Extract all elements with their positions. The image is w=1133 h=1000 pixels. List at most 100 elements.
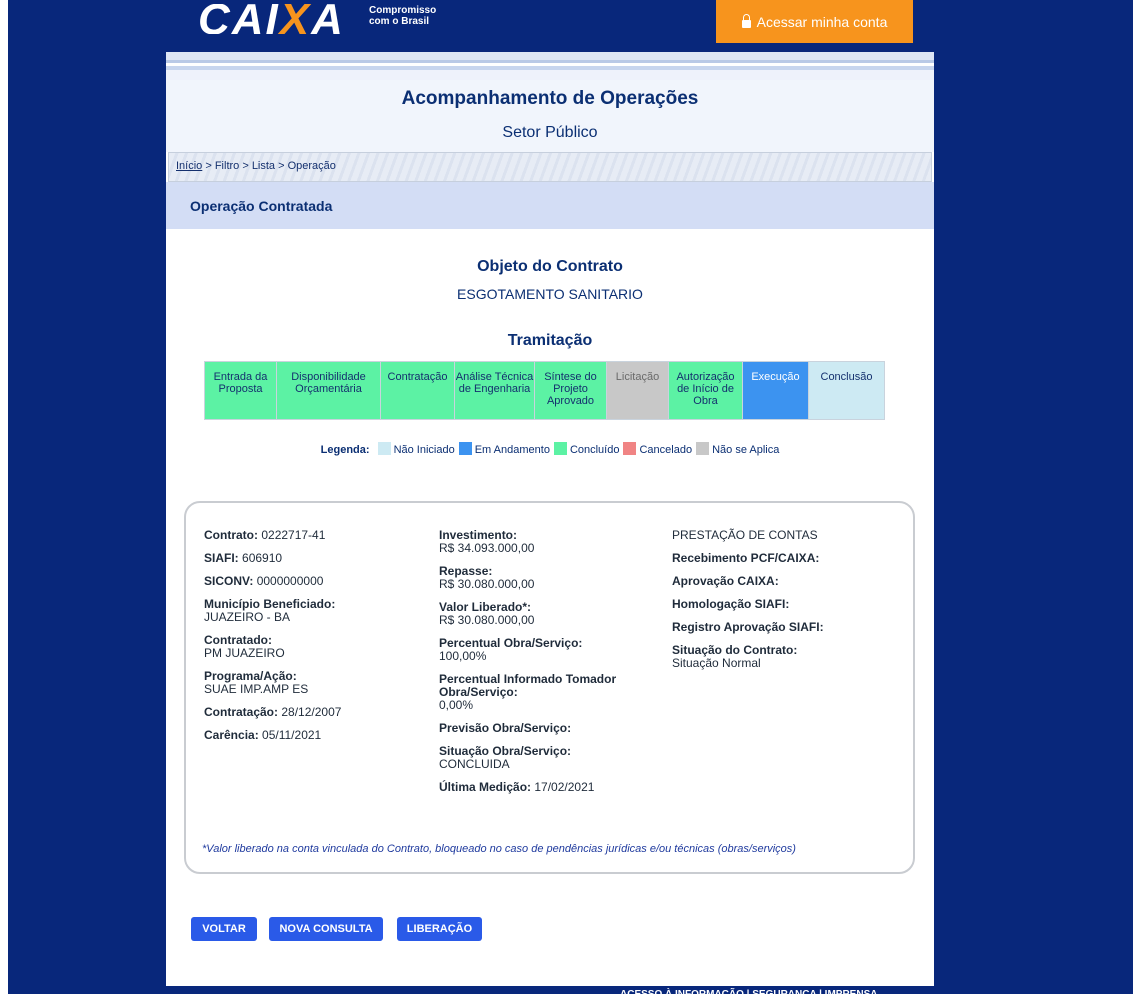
step-label: Síntese do Projeto Aprovado	[544, 371, 597, 407]
step-2: Contratação	[381, 361, 455, 420]
detail-label: Município Beneficiado:	[204, 597, 336, 611]
detail-label: Carência:	[204, 728, 259, 742]
legend-swatch	[553, 442, 567, 455]
legend-swatch	[696, 442, 710, 455]
detail-label: Previsão Obra/Serviço:	[439, 721, 572, 735]
tagline-line-1: Compromisso	[369, 5, 437, 16]
detail-value: SUAE IMP.AMP ES	[204, 682, 309, 696]
detail-item: Registro Aprovação SIAFI:	[672, 621, 824, 634]
detail-item: SIAFI: 606910	[204, 552, 341, 565]
release-button[interactable]: LIBERAÇÃO	[397, 917, 482, 941]
step-label: Análise Técnica de Engenharia	[455, 371, 534, 395]
detail-item: Repasse: R$ 30.080.000,00	[439, 565, 659, 591]
breadcrumb-home-link[interactable]: Início	[176, 160, 202, 172]
detail-item: Contrato: 0222717-41	[204, 529, 341, 542]
detail-value: 0,00%	[439, 698, 474, 712]
tramitacao-title: Tramitação	[507, 332, 593, 349]
detail-value: Situação Normal	[672, 656, 761, 670]
step-3: Análise Técnica de Engenharia	[455, 361, 535, 420]
detail-label: Situação Obra/Serviço:	[439, 744, 572, 758]
legend-swatch	[623, 442, 637, 455]
detail-label: Repasse:	[439, 564, 493, 578]
detail-value: R$ 34.093.000,00	[439, 541, 535, 555]
breadcrumb-rest: > Filtro > Lista > Operação	[205, 160, 336, 172]
back-button[interactable]: VOLTAR	[191, 917, 257, 941]
step-label: Disponibilidade Orçamentária	[291, 371, 366, 395]
step-label: Conclusão	[820, 371, 873, 383]
detail-item: SICONV: 0000000000	[204, 575, 341, 588]
detail-value: R$ 30.080.000,00	[439, 577, 535, 591]
legend-label: Não se Aplica	[712, 444, 780, 456]
caixa-logo[interactable]: CAIXA	[198, 4, 345, 34]
detail-value: R$ 30.080.000,00	[439, 613, 535, 627]
object-title: Objeto do Contrato	[477, 258, 623, 275]
detail-label: Aprovação CAIXA:	[672, 574, 779, 588]
section-heading: Operação Contratada	[166, 182, 934, 229]
step-8: Conclusão	[809, 361, 885, 420]
object-value: ESGOTAMENTO SANITARIO	[457, 286, 643, 302]
detail-item: Programa/Ação: SUAE IMP.AMP ES	[204, 670, 341, 696]
step-1: Disponibilidade Orçamentária	[277, 361, 381, 420]
prestacao-title: PRESTAÇÃO DE CONTAS	[672, 528, 818, 542]
legend: Legenda: Não Iniciado Em Andamento Concluíd…	[166, 442, 934, 456]
detail-value: 0000000000	[256, 574, 324, 588]
step-label: Execução	[751, 371, 800, 383]
detail-value: CONCLUIDA	[439, 757, 510, 771]
detail-label: Investimento:	[439, 528, 518, 542]
logo-x: X	[279, 4, 312, 34]
access-account-button[interactable]: Acessar minha conta	[716, 0, 913, 43]
new-search-button[interactable]: NOVA CONSULTA	[269, 917, 383, 941]
detail-label: Homologação SIAFI:	[672, 597, 790, 611]
access-account-label: Acessar minha conta	[756, 13, 888, 30]
breadcrumb: Início > Filtro > Lista > Operação	[168, 152, 932, 182]
legend-label: Não Iniciado	[393, 444, 455, 456]
detail-item: Aprovação CAIXA:	[672, 575, 824, 588]
details-column-2: Investimento: R$ 34.093.000,00 Repasse: R$ …	[439, 529, 659, 804]
footer-links[interactable]: ACESSO À INFORMAÇÃO | SEGURANÇA | IMPREN…	[620, 989, 877, 1000]
detail-item: Homologação SIAFI:	[672, 598, 824, 611]
logo-text-end: A	[311, 4, 345, 34]
detail-label: Recebimento PCF/CAIXA:	[672, 551, 820, 565]
detail-label: Percentual Obra/Serviço:	[439, 636, 583, 650]
detail-value: 0222717-41	[261, 528, 326, 542]
details-card: Contrato: 0222717-41 SIAFI: 606910 SICONV:…	[184, 501, 915, 874]
detail-value: PM JUAZEIRO	[204, 646, 285, 660]
detail-label: Contratado:	[204, 633, 272, 647]
step-0: Entrada da Proposta	[204, 361, 277, 420]
page-title: Acompanhamento de Operações	[401, 88, 699, 109]
detail-item: Município Beneficiado: JUAZEIRO - BA	[204, 598, 341, 624]
detail-item: Percentual Informado Tomador Obra/Serviç…	[439, 673, 659, 712]
tagline: Compromisso com o Brasil	[369, 5, 436, 27]
detail-label: SICONV:	[204, 574, 254, 588]
legend-swatch	[377, 442, 391, 455]
detail-item: Previsão Obra/Serviço:	[439, 722, 659, 735]
title-area: Acompanhamento de Operações Setor Públic…	[166, 80, 934, 152]
detail-item: Situação Obra/Serviço: CONCLUIDA	[439, 745, 659, 771]
detail-item: Investimento: R$ 34.093.000,00	[439, 529, 659, 555]
page-subtitle: Setor Público	[502, 124, 598, 141]
detail-value: 606910	[242, 551, 283, 565]
tramitacao-steps: Entrada da Proposta Disponibilidade Orçam…	[204, 361, 885, 420]
detail-item: Carência: 05/11/2021	[204, 729, 341, 742]
lock-icon	[741, 13, 751, 28]
legend-label: Em Andamento	[474, 444, 550, 456]
detail-value: 17/02/2021	[534, 780, 595, 794]
detail-item: Situação do Contrato: Situação Normal	[672, 644, 824, 670]
step-4: Síntese do Projeto Aprovado	[535, 361, 607, 420]
detail-label: Registro Aprovação SIAFI:	[672, 620, 824, 634]
detail-label: Situação do Contrato:	[672, 643, 798, 657]
detail-value: 28/12/2007	[281, 705, 342, 719]
legend-label: Concluído	[569, 444, 620, 456]
step-7: Execução	[743, 361, 809, 420]
detail-item: Recebimento PCF/CAIXA:	[672, 552, 824, 565]
detail-value: 05/11/2021	[262, 728, 322, 742]
step-label: Licitação	[615, 371, 660, 383]
detail-label: Percentual Informado Tomador Obra/Serviç…	[439, 672, 617, 699]
detail-label: SIAFI:	[204, 551, 239, 565]
detail-value: 100,00%	[439, 649, 487, 663]
details-column-3: PRESTAÇÃO DE CONTAS Recebimento PCF/CAIX…	[672, 529, 824, 680]
tagline-line-2: com o Brasil	[369, 16, 430, 27]
step-6: Autorização de Início de Obra	[669, 361, 743, 420]
footnote: *Valor liberado na conta vinculada do Co…	[202, 843, 796, 855]
legend-swatch	[458, 442, 472, 455]
